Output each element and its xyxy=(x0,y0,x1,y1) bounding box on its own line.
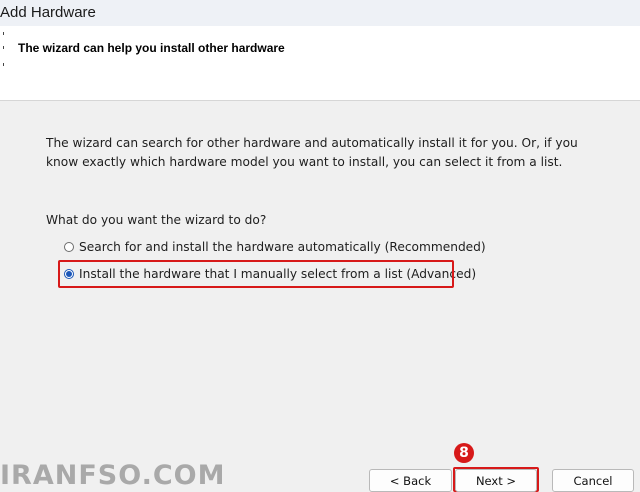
step-number-badge: 8 xyxy=(454,443,474,463)
cancel-button[interactable]: Cancel xyxy=(552,469,634,492)
window-title: Add Hardware xyxy=(0,4,96,21)
edge-mark xyxy=(3,32,4,35)
wizard-header: The wizard can help you install other ha… xyxy=(0,26,640,101)
title-bar: Add Hardware xyxy=(0,0,640,26)
wizard-question: What do you want the wizard to do? xyxy=(46,213,267,227)
edge-mark xyxy=(3,46,4,49)
next-button[interactable]: Next > xyxy=(455,469,537,492)
wizard-content: The wizard can search for other hardware… xyxy=(0,101,640,461)
edge-mark xyxy=(3,63,4,66)
annotation-highlight-manual-option xyxy=(58,260,454,288)
option-label: Search for and install the hardware auto… xyxy=(79,240,486,254)
radio-button-unchecked[interactable] xyxy=(64,242,74,252)
intro-text: The wizard can search for other hardware… xyxy=(46,136,578,169)
wizard-header-title: The wizard can help you install other ha… xyxy=(18,41,285,55)
watermark: IRANFSO.COM xyxy=(0,460,226,491)
option-search-automatically[interactable]: Search for and install the hardware auto… xyxy=(64,237,486,257)
back-button[interactable]: < Back xyxy=(369,469,452,492)
